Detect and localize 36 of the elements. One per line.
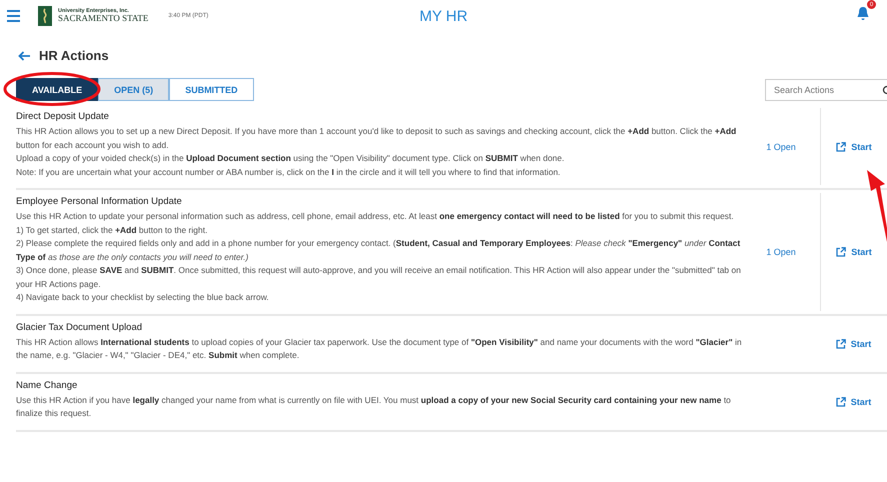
action-description: 2) Please complete the required fields only and add in a phone number for your emergency contact. (Student, Casual and Temporary Employees: Please check "Emergency" under Contact Type of as those are the only contacts you will need to enter.) <box>16 237 742 264</box>
action-description: 4) Navigate back to your checklist by selecting the blue back arrow. <box>16 291 270 304</box>
back-arrow-icon[interactable] <box>18 50 31 60</box>
start-link[interactable]: Start <box>836 396 872 406</box>
page-title: HR Actions <box>39 48 109 63</box>
open-count-link[interactable]: 1 Open <box>766 142 796 152</box>
tab[interactable]: OPEN (5) <box>98 78 170 101</box>
action-description: Use this HR Action to update your personal information such as address, cell phone, email address, etc. At least one emergency contact will need to be listed for you to submit this request. <box>16 210 735 223</box>
logo-icon <box>38 6 52 26</box>
tab[interactable]: AVAILABLE <box>16 78 98 101</box>
action-description: Upload a copy of your voided check(s) in the Upload Document section using the "Open Visibility" document type. Click on SUBMIT when done. <box>16 152 566 165</box>
external-link-icon <box>836 338 846 348</box>
action-title: Direct Deposit Update <box>16 111 110 122</box>
action-description: Use this HR Action if you have legally changed your name from what is currently on file with UEI. You must upload a copy of your new Social Security card containing your new name to finalize this request. <box>16 394 732 420</box>
search-field[interactable]: Search Actions <box>765 78 887 100</box>
external-link-icon <box>836 396 846 406</box>
logo-title: SACRAMENTO STATE <box>58 14 148 24</box>
start-link[interactable]: Start <box>836 246 872 257</box>
start-link[interactable]: Start <box>836 338 872 348</box>
tab[interactable]: SUBMITTED <box>169 78 254 101</box>
menu-icon[interactable] <box>7 10 20 22</box>
start-link[interactable]: Start <box>836 142 872 152</box>
action-title: Employee Personal Information Update <box>16 196 183 207</box>
external-link-icon <box>836 142 846 152</box>
action-description: This HR Action allows International students to upload copies of your Glacier tax paperwork. Use the document type of "Open Visibility" and name your documents with the word "Glacier" in the name, e.g. "Glacier - W4," "Glacier - DE4," etc. Submit when complete. <box>16 336 742 362</box>
app-title: MY HR <box>419 8 468 24</box>
action-title: Name Change <box>16 380 78 390</box>
bell-icon[interactable] <box>856 6 870 21</box>
annotation-arrow <box>867 170 887 242</box>
action-title: Glacier Tax Document Upload <box>16 322 144 332</box>
external-link-icon <box>836 246 846 257</box>
open-count-link[interactable]: 1 Open <box>766 246 796 257</box>
action-description: 3) Once done, please SAVE and SUBMIT. Once submitted, this request will auto-approve, and you will receive an email notification. This HR Action will also appear under the "submitted" tab on your HR Actions page. <box>16 264 742 291</box>
action-description: This HR Action allows you to set up a new Direct Deposit. If you have more than 1 account you'd like to deposit to such as savings and checking account, click the +Add button. Click the +Add button for each account you wish to add. <box>16 125 738 152</box>
action-description: 1) To get started, click the +Add button to the right. <box>16 224 208 237</box>
action-description: Note: If you are uncertain what your account number or ABA number is, click on the I in the circle and it will tell you where to find that information. <box>16 166 562 179</box>
